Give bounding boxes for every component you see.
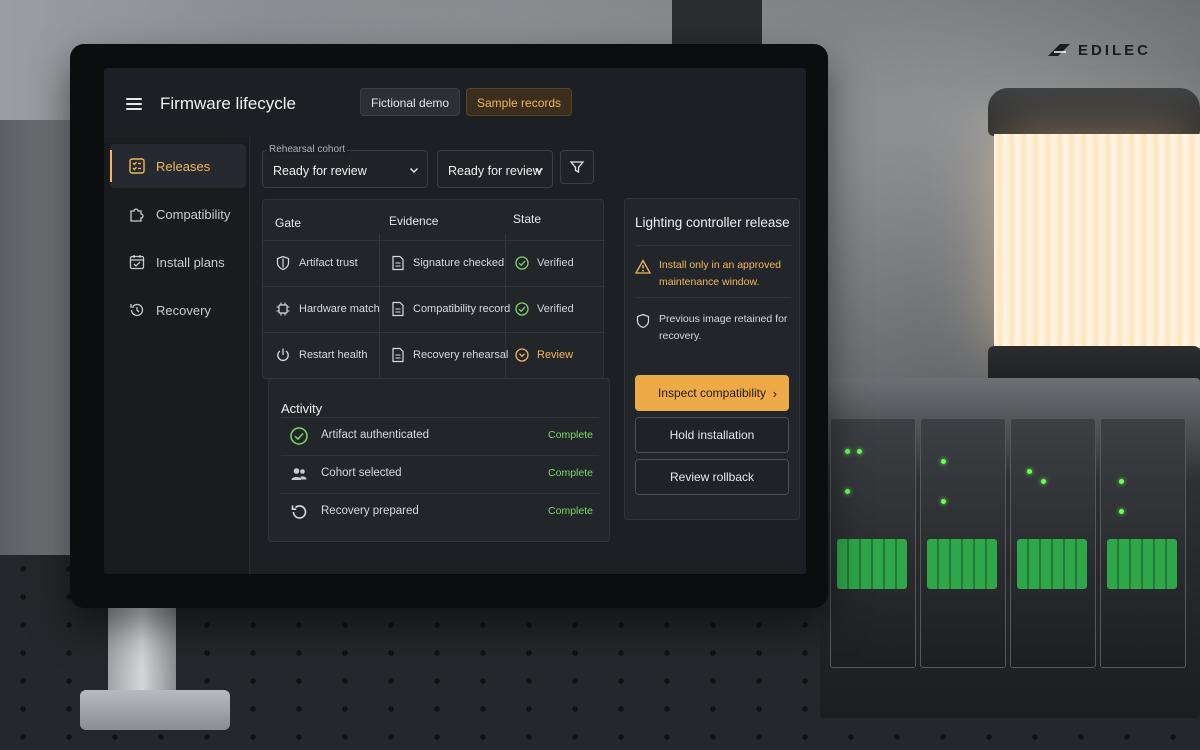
status-select[interactable]: Ready for review (437, 150, 553, 188)
warning-icon (635, 259, 651, 274)
button-label: Hold installation (669, 428, 755, 442)
review-circle-icon (515, 348, 529, 362)
gate-name: Hardware match (299, 303, 380, 315)
state-label: Review (537, 349, 574, 361)
calendar-check-icon (129, 255, 145, 270)
check-circle-icon (290, 427, 308, 445)
controller-rack (820, 378, 1200, 718)
table-row[interactable]: Restart health Recovery rehearsal Review (263, 332, 605, 376)
sidebar-item-releases[interactable]: Releases (110, 144, 246, 188)
document-icon (392, 255, 404, 271)
activity-label: Recovery prepared (321, 505, 419, 517)
checklist-icon (129, 158, 145, 174)
sidebar-item-install-plans[interactable]: Install plans (110, 240, 246, 284)
activity-label: Artifact authenticated (321, 429, 430, 441)
chip-icon (276, 302, 290, 316)
hold-installation-button[interactable]: Hold installation (635, 417, 789, 453)
sidebar-item-label: Compatibility (156, 206, 231, 222)
app-screen: Firmware lifecycle Fictional demo Sample… (104, 68, 806, 574)
sidebar-item-label: Recovery (156, 302, 211, 318)
activity-item: Artifact authenticated Complete (281, 417, 599, 453)
brand-mark-icon (1048, 44, 1070, 56)
users-icon (291, 468, 307, 480)
shield-icon (636, 313, 650, 329)
activity-status: Complete (548, 467, 593, 479)
evidence-text: Signature checked (413, 257, 505, 269)
recovery-info: Previous image retained for recovery. (635, 311, 795, 345)
sidebar: Releases Compatibility Install plans Rec… (104, 138, 250, 574)
button-label: Inspect compatibility (657, 386, 767, 400)
column-header-state: State (513, 212, 542, 226)
activity-item: Cohort selected Complete (281, 455, 599, 491)
button-label: Review rollback (669, 470, 755, 484)
table-row[interactable]: Hardware match Compatibility record Veri… (263, 286, 605, 330)
sidebar-item-label: Releases (156, 158, 211, 174)
chevron-down-icon (535, 168, 543, 173)
brand-logo: EDILEC (1046, 40, 1151, 60)
shield-icon (276, 255, 290, 271)
state-label: Verified (537, 303, 574, 315)
evidence-text: Compatibility record (413, 303, 511, 315)
sidebar-item-compatibility[interactable]: Compatibility (110, 192, 246, 236)
evidence-text: Recovery rehearsal (413, 349, 509, 361)
check-circle-icon (515, 256, 529, 270)
filter-icon (569, 161, 585, 174)
brand-name: EDILEC (1078, 41, 1152, 59)
activity-status: Complete (548, 505, 593, 517)
chevron-down-icon (410, 168, 418, 173)
inspect-compatibility-button[interactable]: Inspect compatibility › (635, 375, 789, 411)
release-panel: Lighting controller release Install only… (624, 198, 800, 520)
status-select-value: Ready for review (448, 164, 542, 178)
fictional-demo-badge: Fictional demo (360, 88, 461, 116)
cohort-select-label: Rehearsal cohort (267, 144, 348, 155)
maintenance-warning: Install only in an approved maintenance … (635, 257, 795, 291)
menu-icon[interactable] (126, 98, 142, 111)
column-header-gate: Gate (275, 216, 302, 230)
activity-item: Recovery prepared Complete (281, 493, 599, 529)
restore-icon (291, 505, 307, 519)
controller-module (920, 418, 1006, 668)
puzzle-icon (130, 208, 144, 222)
warning-text: Install only in an approved maintenance … (659, 259, 781, 288)
activity-card: Activity Artifact authenticated Complete… (268, 378, 610, 542)
panel-title: Lighting controller release (635, 215, 790, 230)
state-label: Verified (537, 257, 574, 269)
monitor-stand-foot (80, 690, 230, 730)
gate-name: Artifact trust (299, 257, 358, 269)
gate-name: Restart health (299, 349, 368, 361)
sample-records-badge: Sample records (466, 88, 573, 116)
cohort-select-value: Ready for review (273, 164, 367, 178)
chevron-right-icon: › (772, 386, 777, 401)
column-header-evidence: Evidence (389, 214, 439, 228)
filter-button[interactable] (560, 150, 594, 184)
activity-label: Cohort selected (321, 467, 402, 479)
sidebar-item-label: Install plans (156, 254, 225, 270)
activity-title: Activity (281, 401, 323, 416)
table-row[interactable]: Artifact trust Signature checked Verifie… (263, 240, 605, 284)
info-text: Previous image retained for recovery. (659, 313, 788, 342)
controller-module (830, 418, 916, 668)
power-icon (277, 348, 289, 362)
page-title: Firmware lifecycle (160, 94, 297, 113)
controller-module (1100, 418, 1186, 668)
history-icon (130, 303, 144, 317)
review-rollback-button[interactable]: Review rollback (635, 459, 789, 495)
document-icon (392, 301, 404, 317)
document-icon (392, 347, 404, 363)
gate-table: Gate Evidence State Artifact trust Signa… (262, 199, 605, 380)
controller-module (1010, 418, 1096, 668)
check-circle-icon (515, 302, 529, 316)
activity-status: Complete (548, 429, 593, 441)
top-bar: Firmware lifecycle Fictional demo Sample… (104, 68, 806, 138)
cohort-select[interactable]: Rehearsal cohort Ready for review (262, 144, 428, 188)
sidebar-item-recovery[interactable]: Recovery (110, 288, 246, 332)
signal-lamp (988, 88, 1200, 408)
